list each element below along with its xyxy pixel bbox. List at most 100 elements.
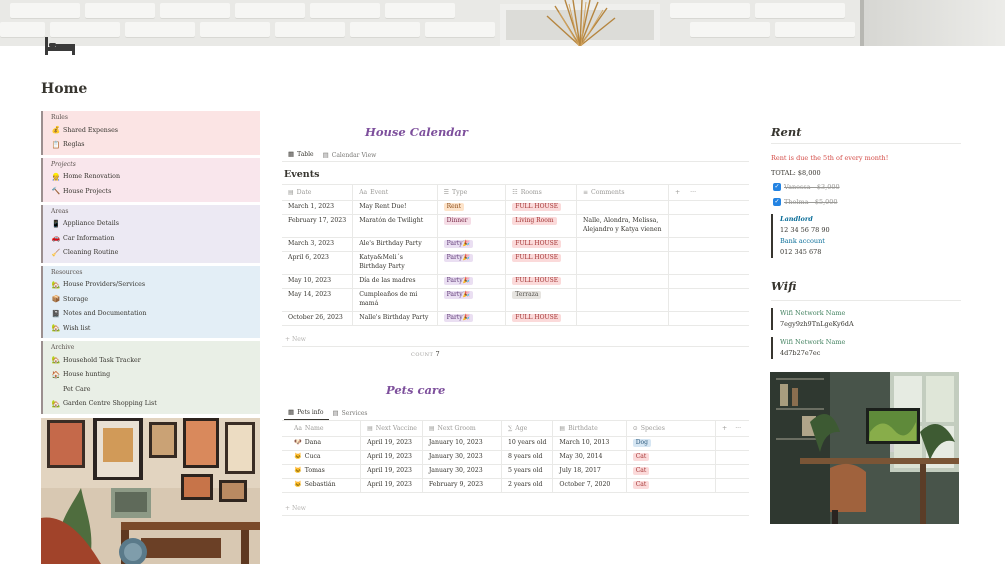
pet-name-cell[interactable]: 🐱 Sebastián — [282, 478, 361, 493]
col-header-type[interactable]: ☰ Type — [436, 184, 506, 201]
events-db-title: Events — [284, 169, 320, 180]
pet-row[interactable]: 🐱 Sebastián April 19, 2023 February 9, 2023… — [282, 478, 749, 493]
event-room-cell: FULL HOUSE — [505, 200, 577, 215]
species-tag: Cat — [632, 466, 650, 476]
rent-check-item[interactable]: ✓ Vanessa - $3,000 — [773, 183, 840, 191]
pet-name-cell[interactable]: 🐱 Tomas — [282, 464, 361, 479]
empty-cell — [667, 214, 749, 238]
event-type-cell: Party🎉 — [436, 274, 506, 289]
event-room-tag: FULL HOUSE — [512, 313, 562, 323]
event-name[interactable]: Maratón de Twilight — [352, 214, 438, 238]
pet-row[interactable]: 🐱 Tomas April 19, 2023 January 30, 2023 5 ye… — [282, 464, 749, 479]
page-link[interactable]: 📓 Notes and Documentation — [51, 307, 260, 321]
text-column-icon: Aa — [359, 189, 368, 196]
page-link[interactable]: 👷 Home Renovation — [51, 170, 260, 184]
pets-view-tabs: ▦ Pets info ▤ Services — [284, 408, 372, 420]
events-count: COUNT 7 — [411, 350, 441, 358]
page-link[interactable]: 🔨 House Projects — [51, 184, 260, 198]
date-column-icon: ▤ — [559, 425, 566, 432]
rent-check-item[interactable]: ✓ Thelma - $5,000 — [773, 198, 838, 206]
add-column-icon[interactable]: + — [722, 425, 727, 432]
event-date: May 14, 2023 — [282, 288, 353, 312]
event-row[interactable]: October 26, 2023 Nalle's Birthday Party Pa… — [282, 311, 749, 326]
col-header-event[interactable]: Aa Event — [352, 184, 438, 201]
event-room-cell: Terraza — [505, 288, 577, 312]
event-row[interactable]: March 1, 2023 May Rent Due! Rent FULL HOUSE — [282, 200, 749, 215]
list-icon: ▤ — [332, 409, 339, 417]
page-link[interactable]: Pet Care — [51, 382, 260, 396]
page-link[interactable]: 🏡 Household Task Tracker — [51, 353, 260, 367]
page-link[interactable]: 🏡 House Providers/Services — [51, 278, 260, 292]
col-header-date[interactable]: ▤ Date — [282, 184, 353, 201]
page-icon: 🔨 — [51, 187, 61, 196]
col-header-name[interactable]: Aa Name — [282, 420, 361, 437]
formula-column-icon: ∑ — [507, 425, 513, 432]
pet-species-cell: Dog — [625, 436, 716, 451]
event-room-cell: FULL HOUSE — [505, 274, 577, 289]
text-column-icon: ≡ — [582, 189, 589, 196]
checkbox-checked-icon[interactable]: ✓ — [773, 198, 781, 206]
tab-pets-info[interactable]: ▦ Pets info — [284, 408, 329, 420]
more-options-icon[interactable]: ··· — [690, 189, 696, 196]
event-type-cell: Party🎉 — [436, 237, 506, 252]
col-header-next-vaccine[interactable]: ▤ Next Vaccine — [360, 420, 423, 437]
page-icon: 👷 — [51, 172, 61, 181]
page-link[interactable]: 🏠 House hunting — [51, 368, 260, 382]
multiselect-column-icon: ☷ — [512, 189, 518, 196]
checkbox-checked-icon[interactable]: ✓ — [773, 183, 781, 191]
page-link-label: Appliance Details — [63, 220, 120, 228]
pet-species-cell: Cat — [625, 450, 716, 465]
col-header-birthdate[interactable]: ▤ Birthdate — [552, 420, 627, 437]
callout-rules: Rules 💰 Shared Expenses 📋 Reglas — [41, 111, 260, 155]
callout-title: Archive — [51, 344, 75, 352]
event-row[interactable]: April 6, 2023 Katya&Meli´s Birthday Party… — [282, 251, 749, 275]
page-link[interactable]: 🏡 Wish list — [51, 321, 260, 335]
col-header-age[interactable]: ∑ Age — [500, 420, 553, 437]
event-row[interactable]: March 3, 2023 Ale's Birthday Party Party🎉 F… — [282, 237, 749, 252]
pet-row[interactable]: 🐱 Cuca April 19, 2023 January 30, 2023 8 yea… — [282, 450, 749, 465]
event-type-tag: Party🎉 — [443, 313, 474, 323]
col-header-next-groom[interactable]: ▤ Next Groom — [421, 420, 502, 437]
pet-name-cell[interactable]: 🐱 Cuca — [282, 450, 361, 465]
page-link-label: Car Information — [63, 234, 115, 242]
event-room-tag: Terraza — [512, 290, 542, 300]
page-link[interactable]: 📦 Storage — [51, 292, 260, 306]
event-date: May 10, 2023 — [282, 274, 353, 289]
page-title: Home — [41, 81, 88, 97]
page-link[interactable]: 📋 Reglas — [51, 137, 260, 151]
pet-name-cell[interactable]: 🐶 Dana — [282, 436, 361, 451]
col-header-comments[interactable]: ≡ Comments — [575, 184, 669, 201]
add-column-icon[interactable]: + — [675, 189, 680, 196]
sidebar-callouts: Rules 💰 Shared Expenses 📋 Reglas Projects 👷 Hom… — [41, 111, 260, 417]
event-row[interactable]: May 14, 2023 Cumpleaños de mi mamá Party🎉 T… — [282, 288, 749, 312]
event-type-cell: Party🎉 — [436, 311, 506, 326]
empty-cell — [667, 200, 749, 215]
callout-title: Areas — [51, 207, 69, 215]
species-tag: Dog — [632, 439, 651, 448]
page-link[interactable]: 💰 Shared Expenses — [51, 123, 260, 137]
pets-new-row-button[interactable]: + New — [285, 505, 306, 512]
col-header-rooms[interactable]: ☷ Rooms — [505, 184, 577, 201]
page-link-label: Cleaning Routine — [63, 249, 119, 257]
page-link[interactable]: 🏡 Garden Centre Shopping List — [51, 396, 260, 410]
event-name[interactable]: Nalle's Birthday Party — [352, 311, 438, 326]
pet-row[interactable]: 🐶 Dana April 19, 2023 January 10, 2023 10 ye… — [282, 436, 749, 451]
col-header-species[interactable]: ⊙ Species — [625, 420, 716, 437]
event-row[interactable]: February 17, 2023 Maratón de Twilight Dinn… — [282, 214, 749, 238]
more-options-icon[interactable]: ··· — [735, 425, 741, 432]
events-new-row-button[interactable]: + New — [285, 336, 306, 343]
event-name[interactable]: Katya&Meli´s Birthday Party — [352, 251, 438, 275]
event-row[interactable]: May 10, 2023 Día de las madres Party🎉 FULL … — [282, 274, 749, 289]
select-column-icon: ☰ — [443, 189, 450, 196]
event-name[interactable]: Cumpleaños de mi mamá — [352, 288, 438, 312]
page-link[interactable]: 🧹 Cleaning Routine — [51, 245, 260, 259]
event-name[interactable]: Día de las madres — [352, 274, 438, 289]
bank-account-label: Bank account — [780, 237, 825, 246]
tab-services[interactable]: ▤ Services — [329, 409, 373, 420]
event-type-tag: Rent — [443, 203, 464, 212]
event-name[interactable]: Ale's Birthday Party — [352, 237, 438, 252]
event-name[interactable]: May Rent Due! — [352, 200, 438, 215]
pet-species-cell: Cat — [625, 478, 716, 493]
page-link[interactable]: 📱 Appliance Details — [51, 217, 260, 231]
page-link[interactable]: 🚗 Car Information — [51, 231, 260, 245]
